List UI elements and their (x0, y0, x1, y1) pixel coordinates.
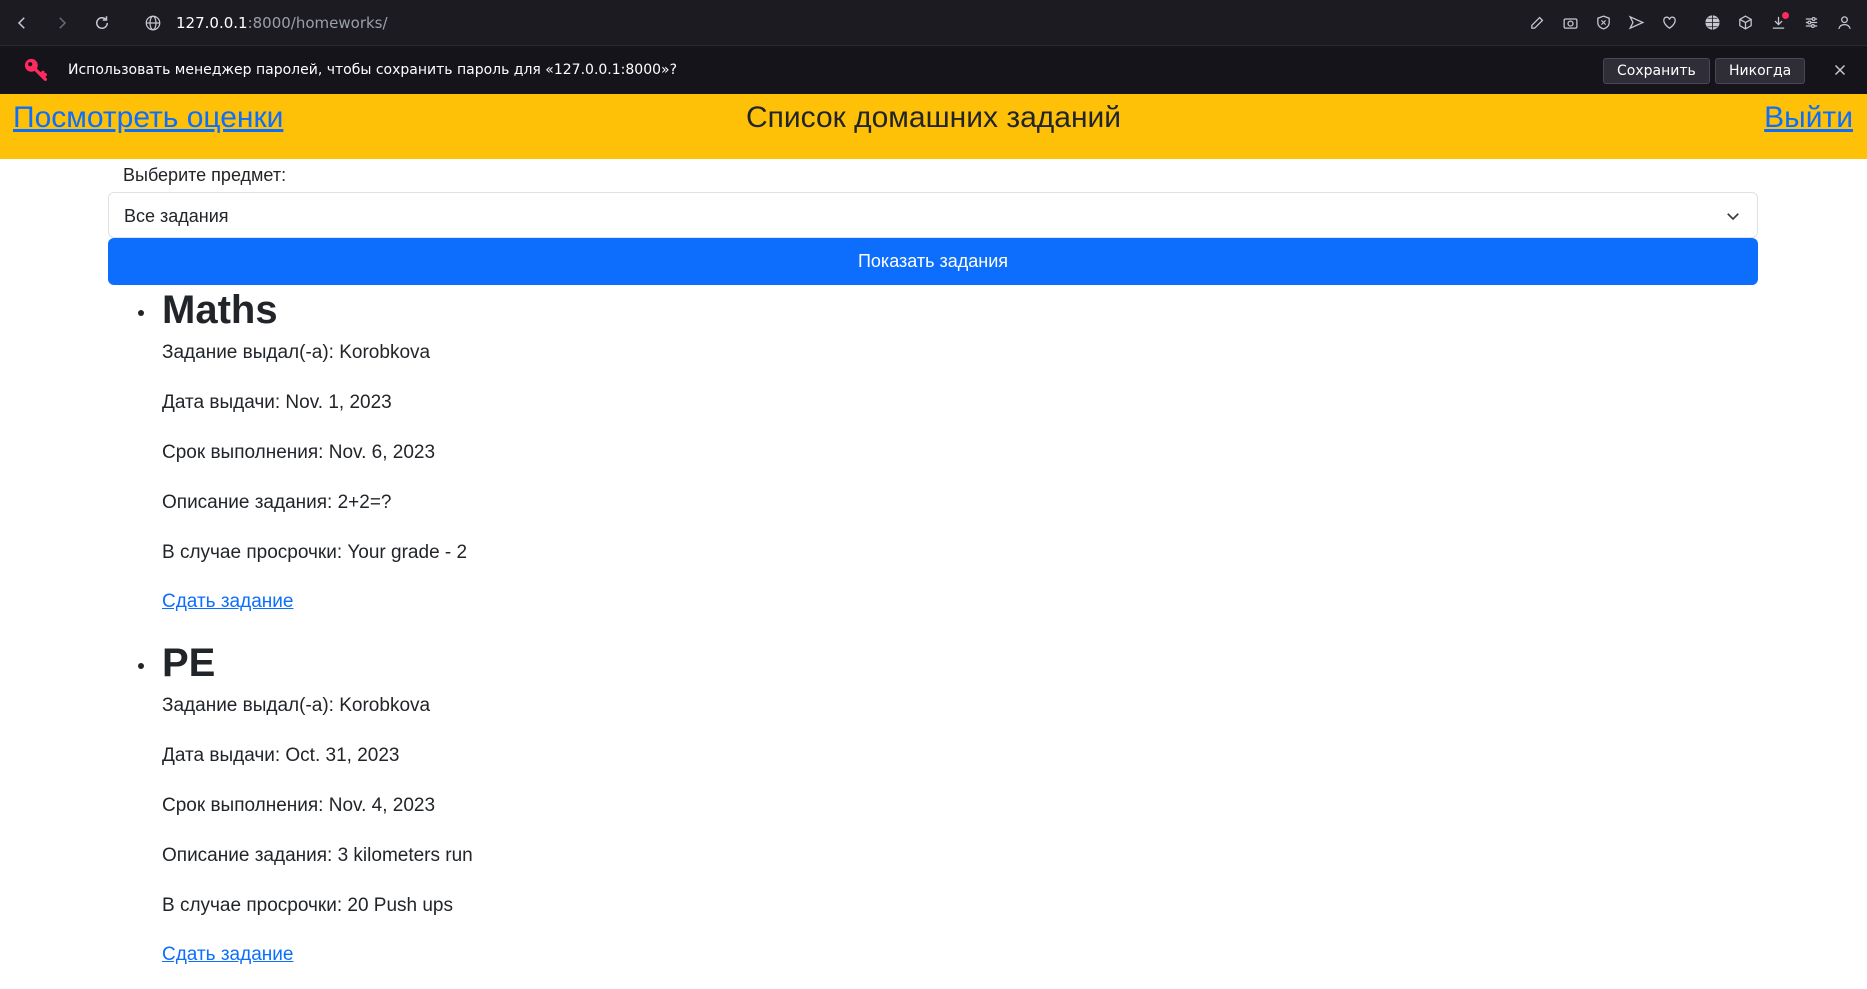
download-icon[interactable] (1767, 11, 1789, 34)
homework-subject: Maths (162, 288, 278, 332)
subject-filter-form: Выберите предмет: Все задания Показать з… (108, 159, 1758, 285)
homework-penalty: В случае просрочки: Your grade - 2 (162, 542, 468, 563)
homework-due-date: Срок выполнения: Nov. 6, 2023 (162, 442, 436, 463)
subject-select-value: Все задания (124, 206, 229, 226)
url-host: 127.0.0.1 (176, 13, 248, 32)
url-path: :8000/homeworks/ (247, 13, 388, 32)
settings-sliders-icon[interactable] (1800, 12, 1822, 34)
page-title: Список домашних заданий (745, 101, 1122, 134)
toolbar-icons (1526, 0, 1855, 45)
camera-icon[interactable] (1559, 12, 1581, 34)
homework-list: Maths Задание выдал(-а): Korobkova Дата … (138, 283, 1662, 989)
homework-issued-date: Дата выдачи: Oct. 31, 2023 (162, 745, 400, 766)
subject-label: Выберите предмет: (123, 165, 287, 185)
subject-select[interactable]: Все задания (108, 192, 1758, 238)
show-homeworks-button[interactable]: Показать задания (108, 238, 1758, 285)
never-save-button[interactable]: Никогда (1715, 58, 1806, 84)
url-text: 127.0.0.1:8000/homeworks/ (176, 14, 388, 32)
logout-link[interactable]: Выйти (1764, 101, 1853, 135)
homework-issued-by: Задание выдал(-а): Korobkova (162, 695, 431, 716)
submit-homework-link[interactable]: Сдать задание (162, 941, 1662, 989)
bullet (138, 310, 144, 316)
browser-toolbar: 127.0.0.1:8000/homeworks/ (0, 0, 1867, 45)
homework-issued-date: Дата выдачи: Nov. 1, 2023 (162, 392, 392, 413)
send-icon[interactable] (1625, 12, 1647, 34)
submit-homework-link[interactable]: Сдать задание (162, 588, 1662, 636)
forward-button[interactable] (42, 0, 82, 45)
key-icon (24, 58, 47, 81)
profile-icon[interactable] (1833, 12, 1855, 34)
cube-icon[interactable] (1734, 12, 1756, 34)
password-manager-bar: Использовать менеджер паролей, чтобы сох… (0, 45, 1867, 94)
bullet (138, 663, 144, 669)
edit-icon[interactable] (1526, 12, 1548, 34)
password-prompt-text: Использовать менеджер паролей, чтобы сох… (68, 62, 677, 78)
chevron-down-icon (1727, 213, 1739, 221)
heart-icon[interactable] (1658, 12, 1680, 34)
page-header: Посмотреть оценки Список домашних задани… (0, 94, 1867, 159)
save-password-button[interactable]: Сохранить (1603, 58, 1710, 84)
homework-due-date: Срок выполнения: Nov. 4, 2023 (162, 795, 436, 816)
globe-icon (145, 15, 161, 30)
close-icon[interactable] (1831, 61, 1849, 79)
homework-subject: PE (162, 641, 216, 685)
homework-penalty: В случае просрочки: 20 Push ups (162, 895, 454, 916)
address-bar[interactable]: 127.0.0.1:8000/homeworks/ (144, 14, 388, 32)
list-item: PE Задание выдал(-а): Korobkova Дата выд… (138, 636, 1662, 989)
vpn-globe-icon[interactable] (1701, 12, 1723, 34)
arrow-right-icon (59, 16, 67, 29)
arrow-left-icon (17, 16, 25, 29)
homework-description: Описание задания: 2+2=? (162, 492, 392, 513)
reload-icon (96, 15, 108, 29)
homework-description: Описание задания: 3 kilometers run (162, 845, 473, 866)
shield-icon[interactable] (1592, 12, 1614, 34)
reload-button[interactable] (82, 0, 122, 45)
homework-issued-by: Задание выдал(-а): Korobkova (162, 342, 431, 363)
back-button[interactable] (2, 0, 42, 45)
list-item: Maths Задание выдал(-а): Korobkova Дата … (138, 283, 1662, 636)
